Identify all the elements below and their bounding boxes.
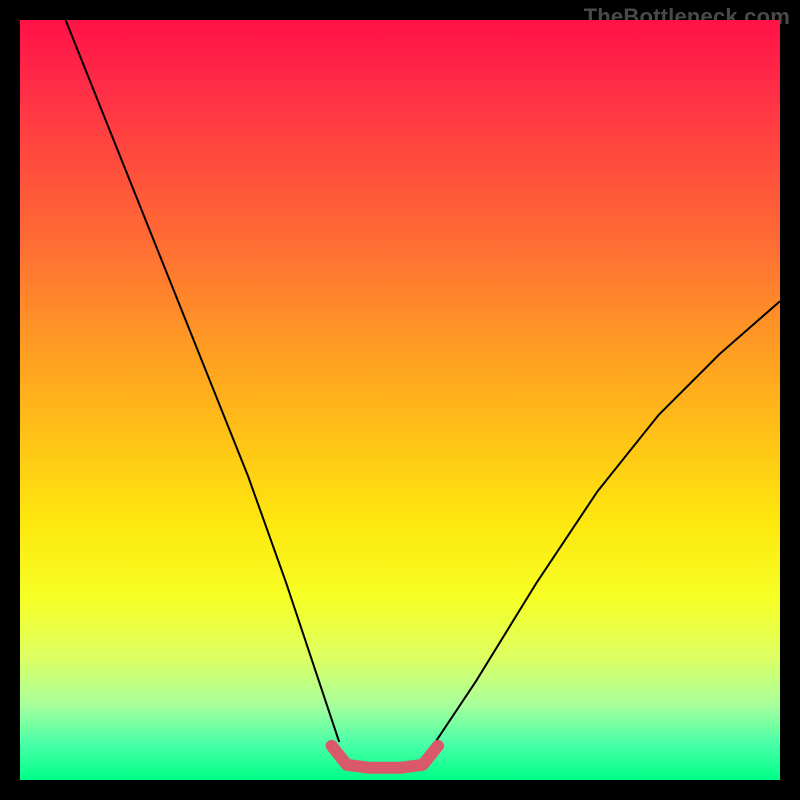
curve-overlay	[20, 20, 780, 780]
left-branch-line	[66, 20, 340, 742]
chart-stage: TheBottleneck.com	[0, 0, 800, 800]
right-branch-line	[430, 301, 780, 749]
gradient-plot-area	[20, 20, 780, 780]
bottom-highlight-line	[332, 746, 438, 768]
